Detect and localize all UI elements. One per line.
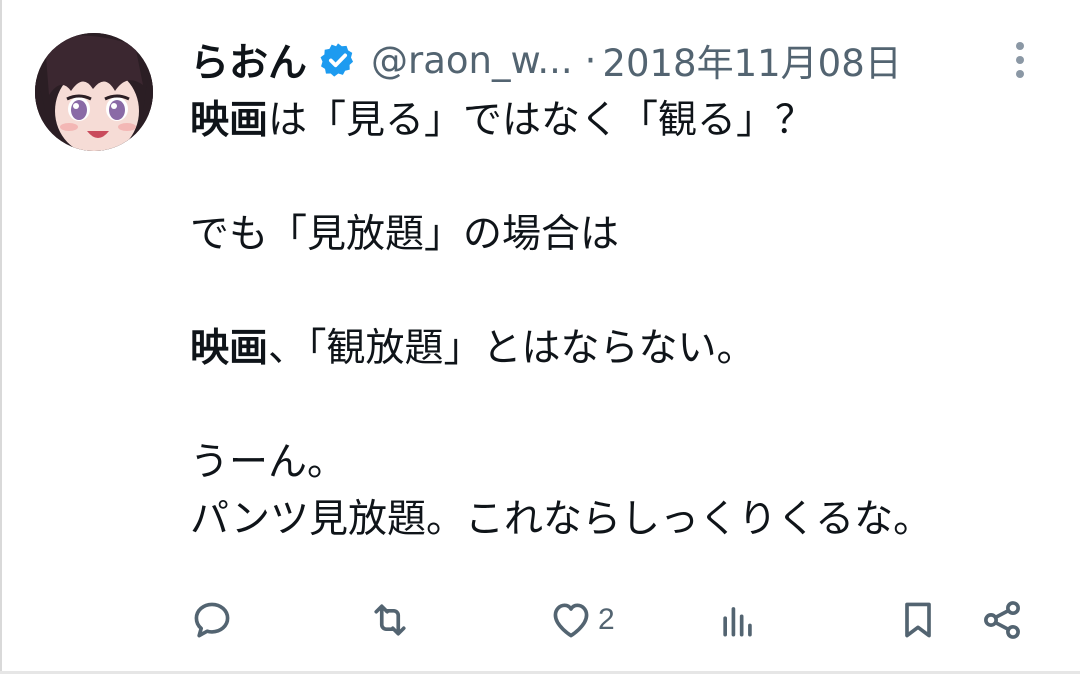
tweet-line-text: うーん。 [190, 440, 347, 485]
tweet-line: でも「見放題」の場合は [190, 206, 1060, 263]
tweet-line-text: は「見る」ではなく「観る」？ [268, 98, 815, 143]
tweet-line-text: 、「観放題」とはならない。 [268, 326, 756, 371]
action-bar: 2 [0, 590, 1080, 650]
bookmark-icon [905, 602, 931, 638]
tweet-line-text: でも「見放題」の場合は [190, 212, 620, 257]
reply-button[interactable] [190, 596, 234, 644]
tweet-date[interactable]: 2018年11月08日 [602, 33, 901, 87]
share-button[interactable] [980, 596, 1024, 644]
tweet-line: パンツ見放題。これならしっくりくるな。 [190, 491, 1060, 548]
tweet-line: 映画、「観放題」とはならない。 [190, 320, 1060, 377]
heart-icon [553, 603, 589, 638]
avatar-illustration [35, 33, 153, 151]
bookmark-button[interactable] [896, 596, 940, 644]
user-handle[interactable]: @raon_w... [371, 39, 573, 82]
share-icon [984, 601, 1020, 639]
tweet-text: 映画は「見る」ではなく「観る」？ でも「見放題」の場合は 映画、「観放題」とはな… [190, 92, 1060, 548]
avatar[interactable] [35, 33, 153, 151]
display-name[interactable]: らおん [190, 32, 307, 88]
more-options-icon[interactable] [1008, 40, 1032, 80]
views-button[interactable] [716, 596, 760, 644]
analytics-icon [723, 607, 752, 637]
reply-icon [194, 602, 230, 638]
like-count: 2 [598, 603, 615, 636]
tweet-line-text: パンツ見放題。これならしっくりくるな。 [190, 497, 933, 542]
frame-left-border [0, 0, 2, 674]
retweet-icon [374, 604, 406, 636]
tweet-line-bold: 映画 [190, 98, 269, 143]
verified-badge-icon[interactable] [319, 41, 357, 79]
retweet-button[interactable] [368, 596, 412, 644]
header-separator: · [584, 38, 597, 82]
tweet-line-bold: 映画 [190, 326, 269, 371]
tweet-line: うーん。 [190, 434, 1060, 491]
tweet-header: らおん @raon_w... · 2018年11月08日 [190, 28, 990, 92]
like-button[interactable]: 2 [548, 596, 615, 644]
tweet-line: 映画は「見る」ではなく「観る」？ [190, 92, 1060, 149]
